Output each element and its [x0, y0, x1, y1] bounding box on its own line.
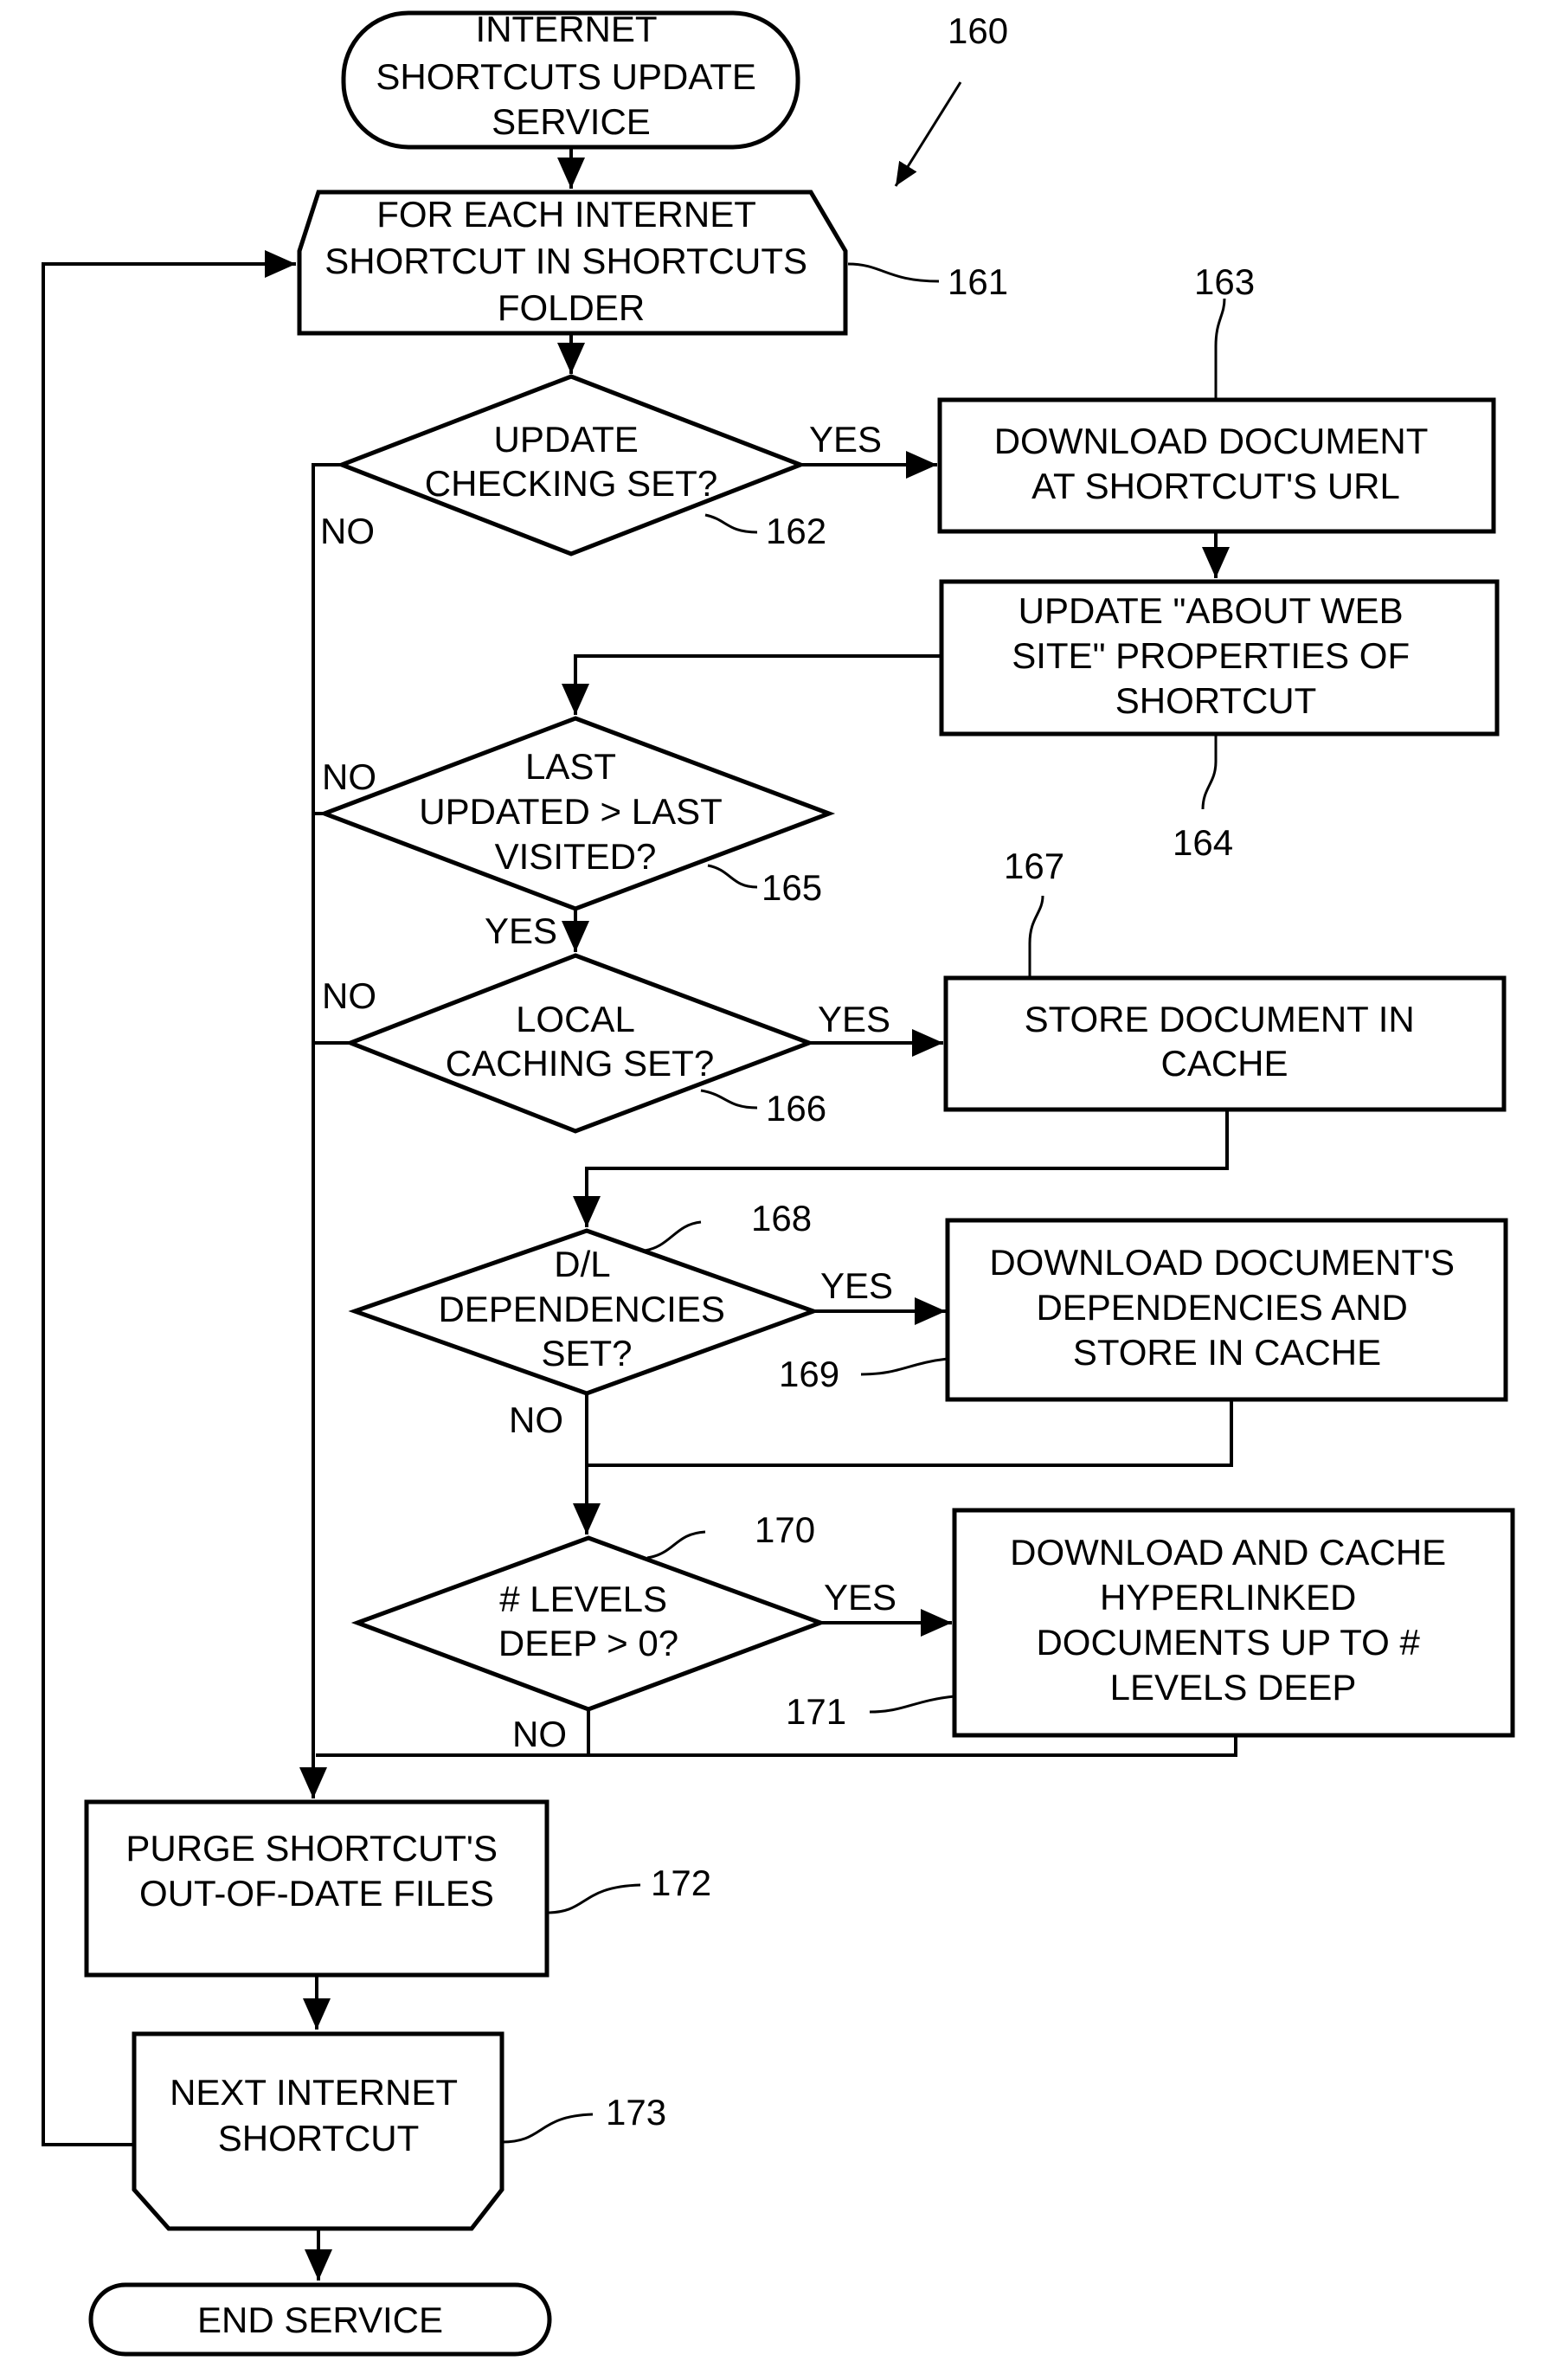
- ref-165-leader: [707, 864, 758, 889]
- yes-162: YES: [809, 419, 882, 460]
- no-165: NO: [322, 756, 376, 797]
- ref-173-leader: [501, 2113, 594, 2144]
- figure-ref: 160: [948, 10, 1008, 51]
- end-label: END SERVICE: [197, 2300, 443, 2340]
- ref-169-leader: [860, 1357, 948, 1376]
- ref-168-leader: [644, 1220, 702, 1252]
- edge-164-165: [562, 654, 941, 715]
- ref-171-leader: [869, 1695, 955, 1714]
- ref-163: 163: [1194, 261, 1255, 302]
- ref-168: 168: [751, 1198, 812, 1238]
- ref-169: 169: [779, 1354, 839, 1394]
- ref-170-leader: [646, 1530, 706, 1560]
- yes-166: YES: [818, 999, 890, 1039]
- yes-165: YES: [485, 910, 557, 951]
- ref-162-leader: [704, 513, 758, 534]
- ref-164: 164: [1173, 822, 1233, 863]
- ref-167-leader: [1028, 895, 1044, 978]
- no-162: NO: [320, 511, 375, 551]
- no-166: NO: [322, 975, 376, 1016]
- no-170: NO: [512, 1714, 567, 1754]
- ref-161-leader: [847, 262, 940, 283]
- ref-163-leader: [1214, 298, 1226, 400]
- ref-166-leader: [700, 1089, 758, 1110]
- ref-172: 172: [651, 1862, 711, 1903]
- no-bus: [299, 463, 342, 1798]
- ref-173: 173: [606, 2092, 666, 2133]
- edge-167-168: [573, 1110, 1229, 1227]
- yes-170: YES: [824, 1577, 896, 1618]
- yes-168: YES: [820, 1265, 893, 1306]
- ref-172-leader: [546, 1883, 641, 1914]
- ref-161: 161: [948, 261, 1008, 302]
- ref-170: 170: [755, 1509, 815, 1550]
- ref-165: 165: [762, 867, 822, 908]
- no-168: NO: [509, 1399, 563, 1440]
- edge-169-merge: [585, 1393, 1233, 1467]
- flowchart: 160 INTERNET SHORTCUTS UPDATE SERVICE FO…: [42, 9, 1515, 2357]
- ref-171: 171: [786, 1691, 846, 1732]
- ref-167: 167: [1004, 846, 1064, 886]
- ref-166: 166: [766, 1088, 826, 1129]
- ref-164-leader: [1201, 734, 1218, 810]
- figure-ref-arrow: [894, 81, 962, 187]
- edge-171-merge: [316, 1735, 1237, 1757]
- ref-162: 162: [766, 511, 826, 551]
